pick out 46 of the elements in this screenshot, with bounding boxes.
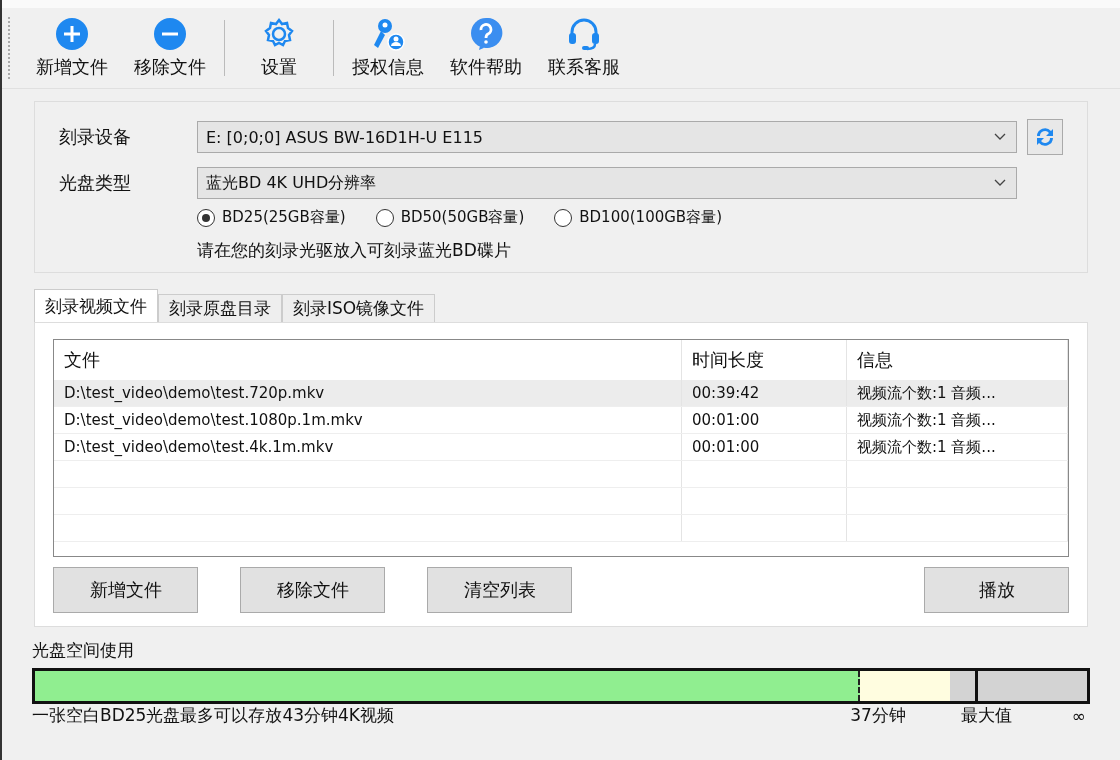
file-row[interactable]: D:\test_video\demo\test.4k.1m.mkv 00:01:00 视频流个数:1 音频...: [54, 434, 1068, 461]
max-label: 最大值: [960, 704, 1012, 727]
capacity-radio[interactable]: BD50(50GB容量): [375, 208, 525, 227]
table-cell: 00:01:00: [682, 434, 847, 460]
minus-icon: [153, 17, 187, 51]
chevron-down-icon: [994, 179, 1006, 187]
refresh-button[interactable]: [1027, 119, 1063, 155]
table-cell: 00:39:42: [682, 380, 847, 406]
toolbar-button[interactable]: 设置: [231, 15, 327, 81]
action-button[interactable]: 清空列表: [427, 567, 572, 613]
capacity-radio[interactable]: BD25(25GB容量): [197, 208, 346, 227]
disc-type-dropdown[interactable]: 蓝光BD 4K UHD分辨率: [197, 167, 1017, 199]
file-row[interactable]: D:\test_video\demo\test.720p.mkv 00:39:42 视频流个数:1 音频...: [54, 380, 1068, 407]
tab[interactable]: 刻录视频文件: [34, 289, 158, 322]
toolbar-button[interactable]: 授权信息: [340, 15, 436, 81]
headset-icon: [567, 17, 601, 51]
table-cell: 视频流个数:1 音频...: [847, 407, 1068, 433]
device-dropdown[interactable]: E: [0;0;0] ASUS BW-16D1H-U E115: [197, 121, 1017, 153]
field-label: 光盘类型: [59, 171, 132, 195]
section-title: 光盘空间使用: [32, 639, 135, 662]
key-user-icon: [371, 17, 405, 51]
usage-caption: 一张空白BD25光盘最多可以存放43分钟4K视频: [32, 704, 394, 727]
table-cell: 00:01:00: [682, 407, 847, 433]
infinity-label: ∞: [1071, 705, 1086, 726]
toolbar-button[interactable]: 移除文件: [122, 15, 218, 81]
table-cell: D:\test_video\demo\test.4k.1m.mkv: [54, 434, 682, 460]
toolbar-button[interactable]: 联系客服: [536, 15, 632, 81]
chevron-down-icon: [994, 133, 1006, 141]
capacity-radio[interactable]: BD100(100GB容量): [554, 208, 722, 227]
tab[interactable]: 刻录ISO镜像文件: [282, 294, 436, 322]
table-cell: 视频流个数:1 音频...: [847, 380, 1068, 406]
help-icon: [469, 17, 503, 51]
hint-text: 请在您的刻录光驱放入可刻录蓝光BD碟片: [197, 239, 512, 262]
toolbar-button[interactable]: 软件帮助: [438, 15, 534, 81]
toolbar-button[interactable]: 新增文件: [24, 15, 120, 81]
table-cell: 视频流个数:1 音频...: [847, 434, 1068, 460]
table-cell: D:\test_video\demo\test.1080p.1m.mkv: [54, 407, 682, 433]
tab[interactable]: 刻录原盘目录: [158, 294, 282, 322]
table-cell: D:\test_video\demo\test.720p.mkv: [54, 380, 682, 406]
field-label: 刻录设备: [59, 125, 132, 149]
used-time-label: 37分钟: [850, 704, 906, 727]
plus-icon: [55, 17, 89, 51]
file-row[interactable]: D:\test_video\demo\test.1080p.1m.mkv 00:01:00 视频流个数:1 音频...: [54, 407, 1068, 434]
action-button[interactable]: 移除文件: [240, 567, 385, 613]
action-button[interactable]: 新增文件: [53, 567, 198, 613]
action-button[interactable]: 播放: [924, 567, 1069, 613]
